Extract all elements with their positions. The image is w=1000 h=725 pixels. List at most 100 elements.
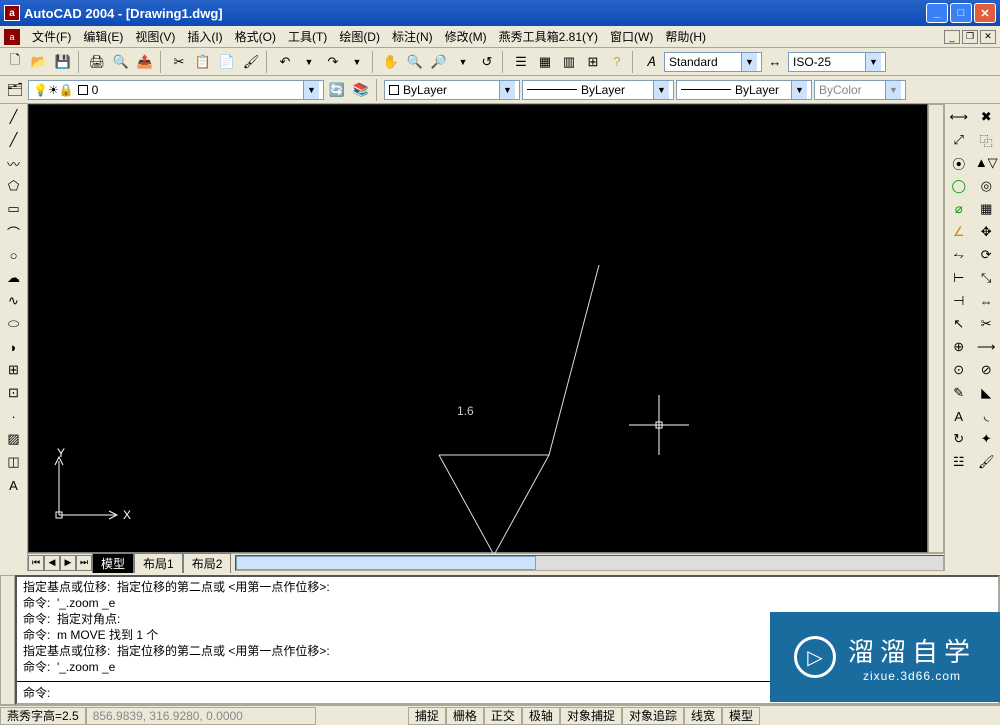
layer-manager-button[interactable]: 🗂 [4,79,26,101]
polygon-tool[interactable]: ⬠ [3,175,25,197]
polyline-tool[interactable]: 〰 [3,152,25,174]
ellipse-tool[interactable]: ⬭ [3,313,25,335]
zoom-realtime-button[interactable]: 🔍 [404,51,426,73]
erase-button[interactable]: ✖ [975,106,997,128]
cut-button[interactable]: ✂ [168,51,190,73]
menu-file[interactable]: 文件(F) [26,26,77,47]
arc-tool[interactable]: ⌒ [3,221,25,243]
fillet-button[interactable]: ◟ [975,405,997,427]
doc-minimize-button[interactable]: _ [944,30,960,44]
lineweight-combo[interactable]: ByLayer▼ [676,80,812,100]
layer-previous-button[interactable]: 🔄 [326,79,348,101]
array-button[interactable]: ▦ [975,198,997,220]
menu-view[interactable]: 视图(V) [129,26,181,47]
menu-format[interactable]: 格式(O) [229,26,282,47]
revcloud-tool[interactable]: ☁ [3,267,25,289]
horizontal-scrollbar[interactable] [235,555,944,571]
layer-combo[interactable]: 💡 ☀ 🔒 0 ▼ [28,80,324,100]
textstyle-combo[interactable]: Standard▼ [664,52,762,72]
tab-layout1[interactable]: 布局1 [134,553,183,573]
menu-modify[interactable]: 修改(M) [439,26,493,47]
menu-help[interactable]: 帮助(H) [659,26,712,47]
dim-continue-button[interactable]: ⊣ [948,290,970,312]
new-button[interactable]: 🗋 [4,51,26,73]
dbconnect-button[interactable]: ⊞ [582,51,604,73]
pan-button[interactable]: ✋ [380,51,402,73]
color-combo[interactable]: ByLayer▼ [384,80,520,100]
circle-tool[interactable]: ○ [3,244,25,266]
mdi-icon[interactable]: a [4,29,20,45]
plotcolor-combo[interactable]: ByColor▼ [814,80,906,100]
dim-quick-button[interactable]: ⥊ [948,244,970,266]
undo-button[interactable]: ↶ [274,51,296,73]
dimstyle-combo[interactable]: ISO-25▼ [788,52,886,72]
region-tool[interactable]: ◫ [3,451,25,473]
drawing-canvas[interactable]: 1.6 Y X [28,104,928,553]
extend-button[interactable]: ⟶ [975,336,997,358]
close-button[interactable]: ✕ [974,3,996,23]
break-button[interactable]: ⊘ [975,359,997,381]
dim-aligned-button[interactable]: ⤢ [948,129,970,151]
tab-nav-last[interactable]: ⏭ [76,555,92,571]
preview-button[interactable]: 🔍 [110,51,132,73]
toggle-ortho[interactable]: 正交 [484,707,522,725]
xline-tool[interactable]: ╱ [3,129,25,151]
toggle-osnap[interactable]: 对象捕捉 [560,707,622,725]
tolerance-button[interactable]: ⊕ [948,336,970,358]
toggle-otrack[interactable]: 对象追踪 [622,707,684,725]
menu-window[interactable]: 窗口(W) [604,26,659,47]
dim-text-edit-button[interactable]: A [948,405,970,427]
print-button[interactable]: 🖨 [86,51,108,73]
center-mark-button[interactable]: ⊙ [948,359,970,381]
copy-button[interactable]: 📋 [192,51,214,73]
chamfer-button[interactable]: ◣ [975,382,997,404]
menu-insert[interactable]: 插入(I) [181,26,228,47]
redo-dropdown[interactable]: ▼ [346,51,368,73]
linetype-combo[interactable]: ByLayer▼ [522,80,674,100]
insert-block-tool[interactable]: ⊞ [3,359,25,381]
menu-dimension[interactable]: 标注(N) [386,26,439,47]
redo-button[interactable]: ↷ [322,51,344,73]
tab-model[interactable]: 模型 [92,553,134,573]
textstyle-button[interactable]: 𝐴 [640,51,662,73]
undo-dropdown[interactable]: ▼ [298,51,320,73]
save-button[interactable]: 💾 [52,51,74,73]
tab-nav-next[interactable]: ▶ [60,555,76,571]
leader-button[interactable]: ↖ [948,313,970,335]
dim-edit-button[interactable]: ✎ [948,382,970,404]
dimstyle-button[interactable]: ↔ [764,51,786,73]
make-block-tool[interactable]: ⊡ [3,382,25,404]
doc-close-button[interactable]: ✕ [980,30,996,44]
copy-object-button[interactable]: ⿻ [975,129,997,151]
toggle-lwt[interactable]: 线宽 [684,707,722,725]
paint-button[interactable]: 🖌 [975,451,997,473]
tab-nav-prev[interactable]: ◀ [44,555,60,571]
maximize-button[interactable]: □ [950,3,972,23]
doc-restore-button[interactable]: ❐ [962,30,978,44]
mirror-button[interactable]: ▲▽ [975,152,997,174]
rotate-button[interactable]: ⟳ [975,244,997,266]
designcenter-button[interactable]: ▦ [534,51,556,73]
explode-button[interactable]: ✦ [975,428,997,450]
help-button[interactable]: ? [606,51,628,73]
menu-edit[interactable]: 编辑(E) [77,26,129,47]
dim-angular-button[interactable]: ∠ [948,221,970,243]
paste-button[interactable]: 📄 [216,51,238,73]
hatch-tool[interactable]: ▨ [3,428,25,450]
menu-tools[interactable]: 工具(T) [282,26,333,47]
command-resize-handle[interactable] [0,575,15,705]
dim-ordinate-button[interactable]: ⦿ [948,152,970,174]
toggle-polar[interactable]: 极轴 [522,707,560,725]
layer-states-button[interactable]: 📚 [350,79,372,101]
vertical-scrollbar[interactable] [928,104,944,553]
dim-linear-button[interactable]: ⟷ [948,106,970,128]
dim-diameter-button[interactable]: ⌀ [948,198,970,220]
dim-baseline-button[interactable]: ⊢ [948,267,970,289]
zoom-dropdown[interactable]: ▼ [452,51,474,73]
menu-draw[interactable]: 绘图(D) [333,26,386,47]
dim-style-button[interactable]: ☳ [948,451,970,473]
stretch-button[interactable]: ⇔ [975,290,997,312]
mtext-tool[interactable]: A [3,474,25,496]
dim-update-button[interactable]: ↻ [948,428,970,450]
scale-button[interactable]: ⤡ [975,267,997,289]
